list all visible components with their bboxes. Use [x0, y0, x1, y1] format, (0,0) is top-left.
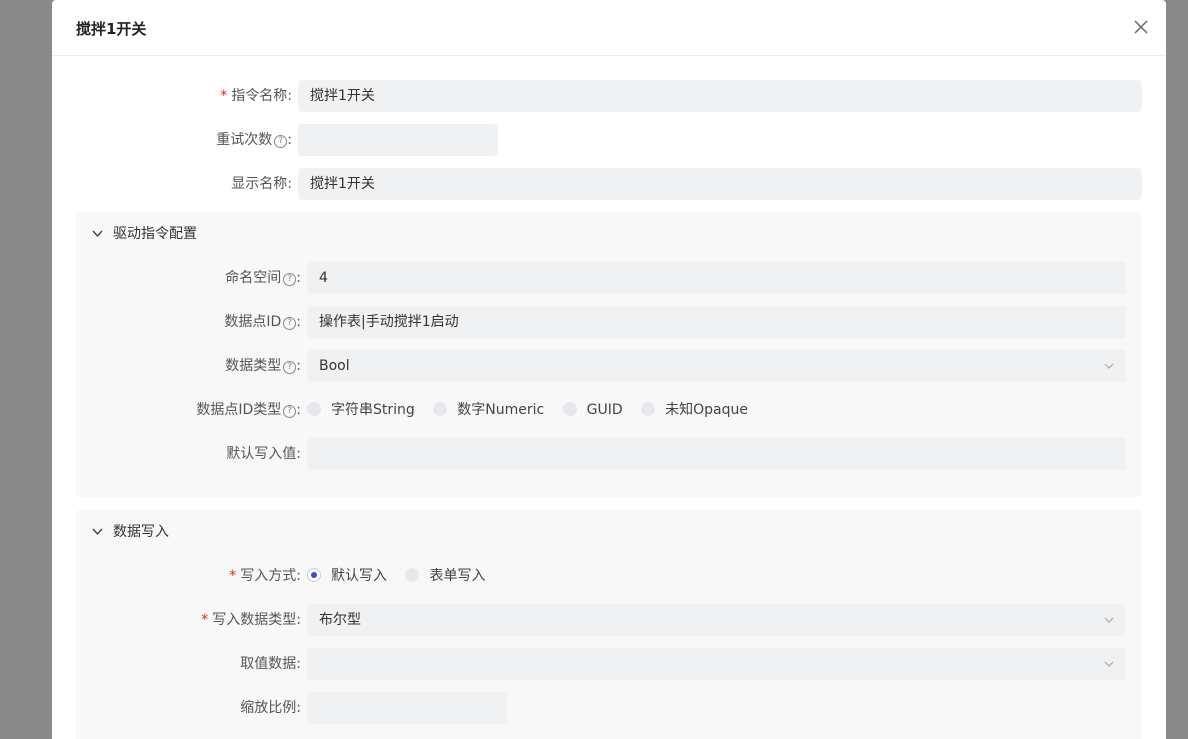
value-data-label: 取值数据:: [240, 656, 301, 672]
command-name-row: * 指令名称: 搅拌1开关: [52, 80, 1166, 112]
retry-count-label: 重试次数?:: [216, 132, 292, 148]
radio-form-write[interactable]: 表单写入: [405, 560, 485, 592]
chevron-down-icon: [92, 230, 103, 238]
write-mode-label: * 写入方式:: [229, 568, 301, 584]
required-mark: *: [201, 612, 209, 628]
data-point-id-row: 数据点ID?: 操作表|手动搅拌1启动: [76, 306, 1142, 338]
driver-config-panel-header[interactable]: 驱动指令配置: [92, 224, 197, 244]
chevron-down-icon: [1104, 617, 1114, 623]
namespace-row: 命名空间?: 4: [76, 262, 1142, 294]
chevron-down-icon: [1104, 363, 1114, 369]
data-type-value: Bool: [319, 358, 350, 374]
data-point-id-label: 数据点ID?:: [224, 314, 301, 330]
question-circle-icon[interactable]: ?: [283, 405, 297, 418]
close-icon[interactable]: [1132, 18, 1150, 36]
data-write-panel-title: 数据写入: [113, 524, 169, 540]
driver-config-panel: 驱动指令配置 命名空间?: 4 数据点ID?: 操作表|手动搅拌1启动 数据类型…: [76, 212, 1142, 497]
namespace-input[interactable]: 4: [307, 262, 1126, 294]
display-name-input[interactable]: 搅拌1开关: [298, 168, 1142, 200]
scale-ratio-input[interactable]: [307, 692, 507, 724]
data-write-panel-header[interactable]: 数据写入: [92, 522, 169, 542]
chevron-down-icon: [1104, 661, 1114, 667]
data-point-id-type-row: 数据点ID类型?: 字符串String 数字Numeric GUID 未知Opa…: [76, 394, 1142, 426]
question-circle-icon[interactable]: ?: [283, 361, 297, 374]
retry-count-input[interactable]: [298, 124, 498, 156]
radio-opaque[interactable]: 未知Opaque: [641, 394, 748, 426]
display-name-label: 显示名称:: [231, 176, 292, 192]
data-type-label: 数据类型?:: [225, 358, 301, 374]
command-name-label: * 指令名称:: [220, 88, 292, 104]
data-point-id-type-label: 数据点ID类型?:: [196, 402, 301, 418]
required-mark: *: [220, 88, 228, 104]
write-mode-radios: 默认写入 表单写入: [307, 560, 499, 592]
write-data-type-row: * 写入数据类型: 布尔型: [76, 604, 1142, 636]
retry-count-row: 重试次数?:: [52, 124, 1166, 156]
scale-ratio-row: 缩放比例:: [76, 692, 1142, 724]
modal-header: 搅拌1开关: [52, 0, 1166, 56]
command-name-input[interactable]: 搅拌1开关: [298, 80, 1142, 112]
data-point-id-input[interactable]: 操作表|手动搅拌1启动: [307, 306, 1126, 338]
value-data-select[interactable]: [307, 648, 1126, 680]
question-circle-icon[interactable]: ?: [283, 273, 297, 286]
edit-command-modal: 搅拌1开关 * 指令名称: 搅拌1开关 重试次数?: 显示名称: 搅拌1开关 驱动…: [52, 0, 1166, 739]
question-circle-icon[interactable]: ?: [274, 135, 288, 148]
radio-default-write[interactable]: 默认写入: [307, 560, 387, 592]
scale-ratio-label: 缩放比例:: [240, 700, 301, 716]
default-write-value-row: 默认写入值:: [76, 438, 1142, 470]
data-write-panel: 数据写入 * 写入方式: 默认写入 表单写入 * 写入数据类型: 布尔型 取值数据:: [76, 510, 1142, 739]
write-data-type-value: 布尔型: [319, 612, 361, 628]
write-data-type-select[interactable]: 布尔型: [307, 604, 1126, 636]
radio-numeric[interactable]: 数字Numeric: [433, 394, 544, 426]
default-write-value-input[interactable]: [307, 438, 1126, 470]
driver-config-panel-title: 驱动指令配置: [113, 226, 197, 242]
data-type-row: 数据类型?: Bool: [76, 350, 1142, 382]
display-name-row: 显示名称: 搅拌1开关: [52, 168, 1166, 200]
write-data-type-label: * 写入数据类型:: [201, 612, 301, 628]
radio-guid[interactable]: GUID: [562, 394, 623, 426]
modal-title: 搅拌1开关: [76, 20, 147, 38]
write-mode-row: * 写入方式: 默认写入 表单写入: [76, 560, 1142, 592]
radio-string[interactable]: 字符串String: [307, 394, 415, 426]
default-write-value-label: 默认写入值:: [226, 446, 301, 462]
data-type-select[interactable]: Bool: [307, 350, 1126, 382]
namespace-label: 命名空间?:: [225, 270, 301, 286]
question-circle-icon[interactable]: ?: [283, 317, 297, 330]
required-mark: *: [229, 568, 237, 584]
chevron-down-icon: [92, 528, 103, 536]
data-point-id-type-radios: 字符串String 数字Numeric GUID 未知Opaque: [307, 394, 762, 426]
value-data-row: 取值数据:: [76, 648, 1142, 680]
